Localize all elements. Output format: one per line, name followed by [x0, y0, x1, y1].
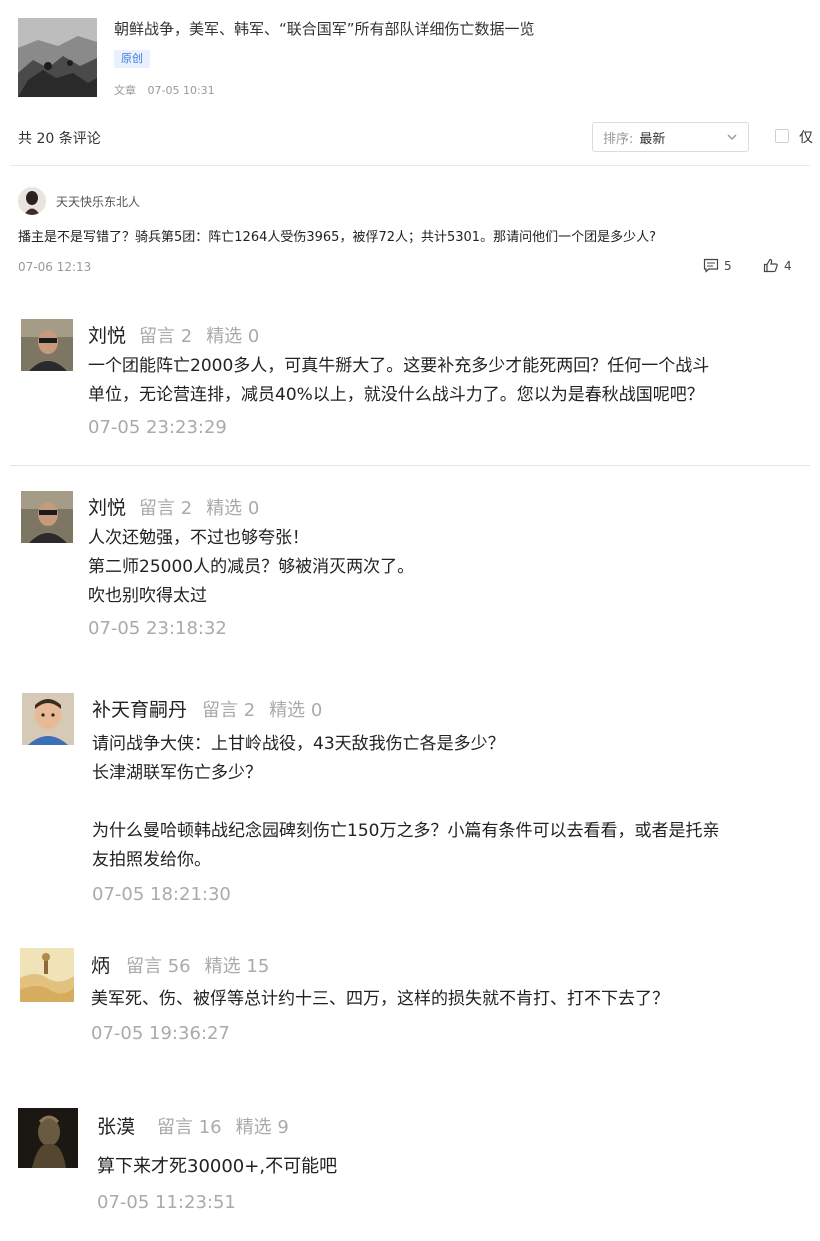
article-time: 07-05 10:31: [147, 84, 215, 97]
liuyan-count: 留言 2: [139, 498, 193, 519]
comment-time: 07-05 11:23:51: [97, 1192, 236, 1213]
comment-line: 人次还勉强，不过也够夸张！: [88, 528, 309, 548]
comment-username[interactable]: 张漠: [97, 1112, 135, 1139]
comment-time: 07-06 12:13: [18, 260, 92, 274]
comment-time: 07-05 19:36:27: [91, 1023, 230, 1044]
jingxuan-count: 精选 0: [206, 326, 260, 347]
divider: [10, 165, 810, 166]
comment-text: 播主是不是写错了？骑兵第5团：阵亡1264人受伤3965，被俘72人；共计530…: [18, 230, 656, 245]
comment-username[interactable]: 刘悦: [88, 493, 126, 520]
article-title[interactable]: 朝鲜战争，美军、韩军、“联合国军”所有部队详细伤亡数据一览: [114, 18, 535, 39]
jingxuan-count: 精选 0: [269, 700, 323, 721]
sort-label: 排序:: [603, 131, 634, 147]
article-meta: 文章 07-05 10:31: [114, 82, 215, 98]
article-thumbnail[interactable]: [18, 18, 97, 97]
comment-username[interactable]: 补天育嗣丹: [92, 695, 187, 722]
original-badge: 原创: [114, 50, 150, 68]
comment-line: 友拍照发给你。: [92, 850, 211, 870]
comment-time: 07-05 23:23:29: [88, 417, 227, 438]
comment-time: 07-05 23:18:32: [88, 618, 227, 639]
chevron-down-icon: [727, 134, 737, 140]
comment-username[interactable]: 炳: [91, 951, 110, 978]
avatar[interactable]: [22, 693, 74, 745]
comment-line: [92, 788, 719, 817]
only-checkbox[interactable]: [775, 129, 789, 143]
comment-icon: [703, 258, 719, 273]
liuyan-count: 留言 2: [139, 326, 193, 347]
liuyan-count: 留言 56: [126, 956, 191, 977]
comment-line: 长津湖联军伤亡多少？: [92, 763, 262, 783]
comment-stats: 留言 56 精选 15: [126, 952, 269, 978]
liuyan-count: 留言 2: [202, 700, 256, 721]
comment-line: 一个团能阵亡2000多人，可真牛掰大了。这要补充多少才能死两回？任何一个战斗: [88, 356, 710, 376]
like-count: 4: [784, 258, 792, 273]
comment-text: 一个团能阵亡2000多人，可真牛掰大了。这要补充多少才能死两回？任何一个战斗 单…: [88, 352, 709, 410]
comment-username[interactable]: 天天快乐东北人: [56, 193, 140, 210]
liuyan-count: 留言 16: [157, 1117, 222, 1138]
comment-line: 算下来才死30000+,不可能吧: [97, 1156, 338, 1177]
reply-button[interactable]: 5: [703, 258, 732, 273]
comment-text: 人次还勉强，不过也够夸张！ 第二师25000人的减员？够被消灭两次了。 吹也别吹…: [88, 524, 414, 611]
comment-text: 算下来才死30000+,不可能吧: [97, 1152, 337, 1181]
comment-stats: 留言 2 精选 0: [139, 322, 259, 348]
comment-username[interactable]: 刘悦: [88, 321, 126, 348]
comment-text: 美军死、伤、被俘等总计约十三、四万，这样的损失就不肯打、打不下去了？: [91, 985, 669, 1014]
divider: [10, 465, 810, 466]
comment-line: 为什么曼哈顿韩战纪念园碑刻伤亡150万之多？小篇有条件可以去看看，或者是托亲: [92, 821, 720, 841]
comment-line: 美军死、伤、被俘等总计约十三、四万，这样的损失就不肯打、打不下去了？: [91, 989, 669, 1009]
comment-line: 第二师25000人的减员？够被消灭两次了。: [88, 557, 415, 577]
avatar[interactable]: [21, 491, 73, 543]
jingxuan-count: 精选 0: [206, 498, 260, 519]
avatar[interactable]: [20, 948, 74, 1002]
reply-count: 5: [724, 258, 732, 273]
avatar[interactable]: [18, 187, 46, 215]
article-type: 文章: [114, 84, 136, 97]
sort-select[interactable]: 排序: 最新: [592, 122, 749, 152]
comment-stats: 留言 2 精选 0: [139, 494, 259, 520]
thumbs-up-icon: [763, 258, 778, 273]
comment-stats: 留言 16 精选 9: [157, 1113, 289, 1139]
only-checkbox-label: 仅: [799, 130, 813, 146]
comment-text: 请问战争大侠：上甘岭战役，43天敌我伤亡各是多少？ 长津湖联军伤亡多少？ 为什么…: [92, 730, 719, 875]
comment-line: 吹也别吹得太过: [88, 586, 207, 606]
avatar[interactable]: [18, 1108, 78, 1168]
comment-line: 单位，无论营连排，减员40%以上，就没什么战斗力了。您以为是春秋战国呢吧？: [88, 385, 704, 405]
comment-time: 07-05 18:21:30: [92, 884, 231, 905]
jingxuan-count: 精选 9: [235, 1117, 289, 1138]
jingxuan-count: 精选 15: [204, 956, 270, 977]
like-button[interactable]: 4: [763, 258, 792, 273]
comment-stats: 留言 2 精选 0: [202, 696, 322, 722]
comment-count: 共 20 条评论: [18, 131, 101, 147]
avatar[interactable]: [21, 319, 73, 371]
sort-value: 最新: [639, 131, 666, 147]
comment-line: 请问战争大侠：上甘岭战役，43天敌我伤亡各是多少？: [92, 734, 505, 754]
